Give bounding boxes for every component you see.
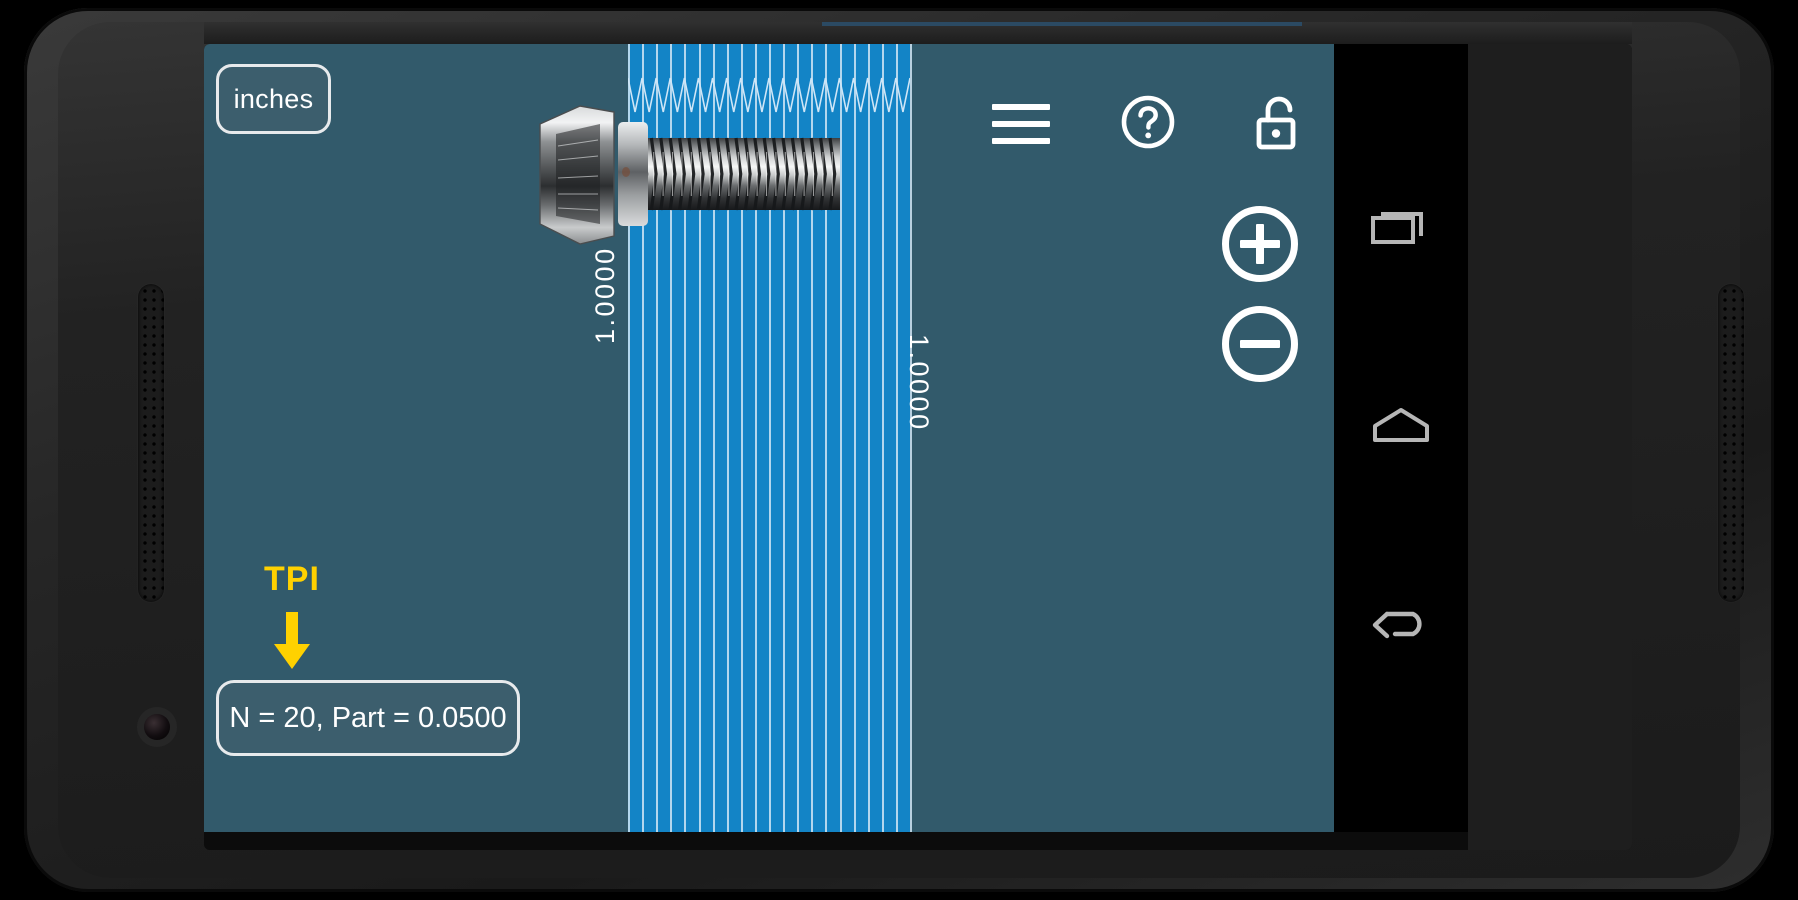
gauge-tick [839,44,842,832]
units-toggle-label: inches [233,83,314,114]
gauge-tick [867,44,870,832]
phone-screen: inches 1.0000 1.0000 TPI N = 20, Part = … [204,44,1632,850]
speaker-grille-right [1718,284,1744,602]
help-icon[interactable] [1120,94,1176,150]
gauge-tick [642,44,645,832]
screen-side-filler [1468,44,1632,850]
screen-bottom-filler [204,832,1468,850]
readout-box[interactable]: N = 20, Part = 0.0500 [216,680,520,756]
plus-vertical-bar [1256,224,1264,264]
phone-device-frame: inches 1.0000 1.0000 TPI N = 20, Part = … [24,8,1774,892]
gauge-tick [881,44,884,832]
nav-home-button[interactable] [1365,392,1437,464]
zoom-in-button[interactable] [1222,206,1298,282]
minus-bar [1240,340,1280,348]
gauge-tick [769,44,771,832]
gauge-tick [825,44,828,832]
app-canvas: inches 1.0000 1.0000 TPI N = 20, Part = … [204,44,1334,832]
nav-back-button[interactable] [1365,592,1437,664]
menu-bar-2 [992,121,1050,127]
gauge-tick [628,44,630,832]
gauge-tick [895,44,898,832]
arrow-down-icon [274,612,310,669]
gauge-tick [783,44,786,832]
units-toggle-button[interactable]: inches [216,64,331,134]
top-strip-accent [822,22,1302,26]
nav-recent-button[interactable] [1365,192,1437,264]
gauge-tick [853,44,856,832]
phone-inner-bezel: inches 1.0000 1.0000 TPI N = 20, Part = … [58,22,1744,878]
gauge-tick-marks [628,44,912,832]
tpi-annotation-label: TPI [264,560,320,598]
lock-icon[interactable] [1254,94,1302,152]
gauge-band[interactable] [628,44,912,832]
gauge-tick [712,44,715,832]
speaker-grille-left [138,284,164,602]
zoom-out-button[interactable] [1222,306,1298,382]
dimension-label-right: 1.0000 [904,334,934,432]
menu-bar-1 [992,104,1050,110]
front-camera-lens [144,714,170,740]
phone-top-strip [204,22,1632,44]
gauge-tick [670,44,673,832]
gauge-tick [684,44,687,832]
menu-bar-3 [992,138,1050,144]
menu-icon[interactable] [992,102,1050,146]
gauge-tick [698,44,701,832]
gauge-tick [797,44,800,832]
gauge-tick [726,44,729,832]
gauge-tick [656,44,659,832]
gauge-tick [910,44,912,832]
readout-text: N = 20, Part = 0.0500 [229,701,507,734]
dimension-label-left: 1.0000 [590,246,620,344]
header-icon-row [992,94,1312,156]
gauge-tick [754,44,757,832]
gauge-tick [811,44,814,832]
android-navigation-bar [1334,44,1468,832]
gauge-tick [740,44,743,832]
